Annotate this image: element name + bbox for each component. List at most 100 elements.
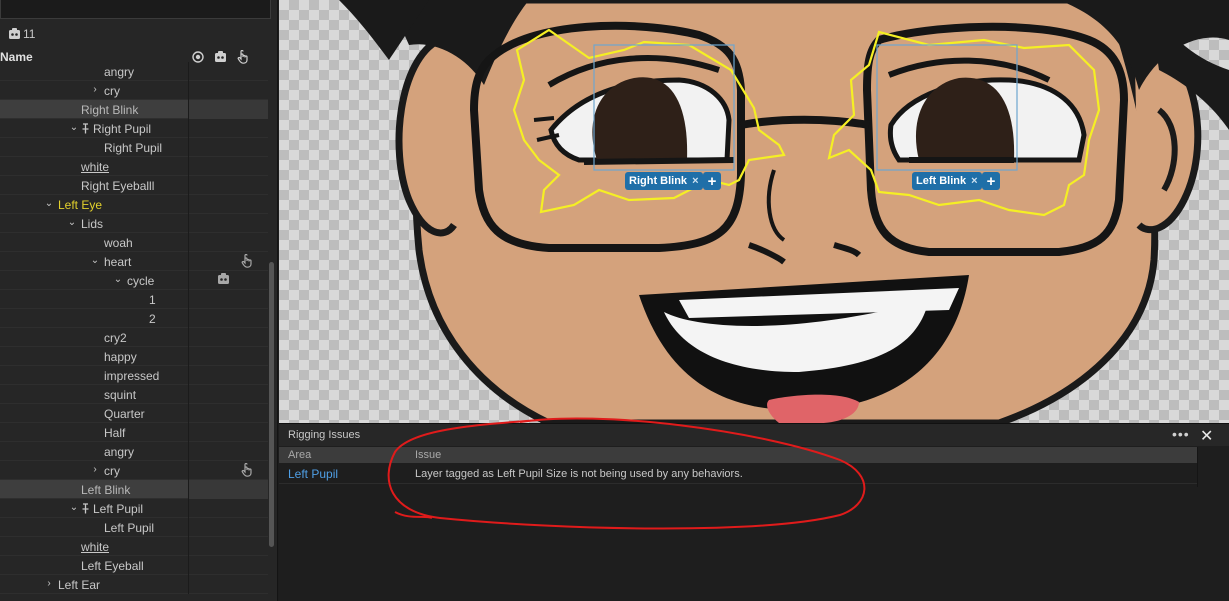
layer-name-cell[interactable]: ⌄ heart	[0, 252, 188, 271]
table-row[interactable]: Left Pupil	[0, 518, 268, 537]
table-row[interactable]: happy	[0, 347, 268, 366]
table-row[interactable]: ⌄ Lids	[0, 214, 268, 233]
table-row[interactable]: cry2	[0, 328, 268, 347]
layer-icons-cell[interactable]	[188, 366, 268, 385]
table-row[interactable]: ⌄ Left Pupil	[0, 499, 268, 518]
layer-icons-cell[interactable]	[188, 385, 268, 404]
layer-icons-cell[interactable]	[188, 62, 268, 81]
layer-icons-cell[interactable]	[188, 195, 268, 214]
layer-name-cell[interactable]: angry	[0, 442, 188, 461]
panel-menu-icon[interactable]: •••	[1172, 426, 1190, 442]
layer-name-cell[interactable]: Right Eyeballl	[0, 176, 188, 195]
layer-icons-cell[interactable]	[188, 347, 268, 366]
layer-name-cell[interactable]: impressed	[0, 366, 188, 385]
layer-icons-cell[interactable]	[188, 328, 268, 347]
collapse-chevron-icon[interactable]: ⌄	[69, 122, 79, 133]
layer-icons-cell[interactable]	[188, 404, 268, 423]
layer-icons-cell[interactable]	[188, 518, 268, 537]
remove-tag-icon[interactable]: ×	[692, 175, 698, 187]
table-row[interactable]: › cry	[0, 81, 268, 100]
layer-icons-cell[interactable]	[188, 233, 268, 252]
layer-name-cell[interactable]: cry2	[0, 328, 188, 347]
table-row[interactable]: woah	[0, 233, 268, 252]
collapse-chevron-icon[interactable]: ⌄	[67, 217, 77, 228]
table-row[interactable]: Left Eyeball	[0, 556, 268, 575]
layer-name-cell[interactable]: ⌄ Lids	[0, 214, 188, 233]
collapse-chevron-icon[interactable]: ⌄	[113, 274, 123, 285]
add-tag-button[interactable]: +	[982, 172, 1000, 190]
layer-icons-cell[interactable]	[188, 423, 268, 442]
issue-area-link[interactable]: Left Pupil	[288, 467, 338, 481]
layer-icons-cell[interactable]	[188, 176, 268, 195]
layer-name-cell[interactable]: 1	[0, 290, 188, 309]
puppet-column-icon[interactable]	[214, 50, 227, 63]
layer-name-cell[interactable]: ⌄ cycle	[0, 271, 188, 290]
scene-canvas[interactable]: Right Blink × + Left Blink × +	[279, 0, 1229, 423]
layer-name-cell[interactable]: ⌄ Left Pupil	[0, 499, 188, 518]
table-row[interactable]: ⌄ Left Eye	[0, 195, 268, 214]
left-blink-tag[interactable]: Left Blink ×	[912, 172, 982, 190]
layer-name-cell[interactable]: ⌄ Left Eye	[0, 195, 188, 214]
layer-name-cell[interactable]: Left Blink	[0, 480, 188, 499]
collapse-chevron-icon[interactable]: ⌄	[69, 502, 79, 513]
visibility-column-icon[interactable]	[192, 50, 204, 63]
layer-name-cell[interactable]: Quarter	[0, 404, 188, 423]
table-row[interactable]: white	[0, 157, 268, 176]
layer-name-cell[interactable]: angry	[0, 62, 188, 81]
layer-icons-cell[interactable]	[188, 271, 268, 290]
expand-chevron-icon[interactable]: ›	[44, 578, 54, 589]
add-tag-button[interactable]: +	[703, 172, 721, 190]
layer-name-cell[interactable]: 2	[0, 309, 188, 328]
cycle-layers-icon[interactable]	[217, 273, 230, 288]
layer-icons-cell[interactable]	[188, 119, 268, 138]
layer-icons-cell[interactable]	[188, 556, 268, 575]
layer-search-input[interactable]	[0, 0, 271, 19]
layer-name-cell[interactable]: Left Eyeball	[0, 556, 188, 575]
table-row[interactable]: Right Blink	[0, 100, 268, 119]
layer-icons-cell[interactable]	[188, 480, 268, 499]
expand-chevron-icon[interactable]: ›	[90, 464, 100, 475]
layer-icons-cell[interactable]	[188, 575, 268, 594]
layer-name-cell[interactable]: Left Pupil	[0, 518, 188, 537]
layer-name-cell[interactable]: happy	[0, 347, 188, 366]
layer-icons-cell[interactable]	[188, 157, 268, 176]
table-row[interactable]: white	[0, 537, 268, 556]
layer-name-cell[interactable]: Right Pupil	[0, 138, 188, 157]
collapse-chevron-icon[interactable]: ⌄	[90, 255, 100, 266]
table-row[interactable]: Left Pupil Layer tagged as Left Pupil Si…	[279, 464, 1197, 484]
close-panel-icon[interactable]: ✕	[1200, 426, 1213, 446]
table-row[interactable]: angry	[0, 62, 268, 81]
table-row[interactable]: › cry	[0, 461, 268, 480]
table-row[interactable]: ⌄ Right Pupil	[0, 119, 268, 138]
layer-icons-cell[interactable]	[188, 214, 268, 233]
layer-name-cell[interactable]: Right Blink	[0, 100, 188, 119]
table-row[interactable]: Left Blink	[0, 480, 268, 499]
remove-tag-icon[interactable]: ×	[971, 175, 977, 187]
table-row[interactable]: 2	[0, 309, 268, 328]
layer-name-cell[interactable]: Half	[0, 423, 188, 442]
trigger-hand-icon[interactable]	[241, 462, 253, 480]
layer-name-cell[interactable]: › Left Ear	[0, 575, 188, 594]
table-row[interactable]: angry	[0, 442, 268, 461]
table-row[interactable]: Right Eyeballl	[0, 176, 268, 195]
layer-name-cell[interactable]: white	[0, 157, 188, 176]
layer-name-cell[interactable]: › cry	[0, 461, 188, 480]
layer-name-cell[interactable]: ⌄ Right Pupil	[0, 119, 188, 138]
layer-icons-cell[interactable]	[188, 499, 268, 518]
table-row[interactable]: squint	[0, 385, 268, 404]
layer-icons-cell[interactable]	[188, 442, 268, 461]
right-blink-tag[interactable]: Right Blink ×	[625, 172, 703, 190]
table-row[interactable]: impressed	[0, 366, 268, 385]
issue-column-header[interactable]: Issue	[415, 449, 441, 461]
table-row[interactable]: Half	[0, 423, 268, 442]
table-row[interactable]: Right Pupil	[0, 138, 268, 157]
table-row[interactable]: ⌄ heart	[0, 252, 268, 271]
layer-icons-cell[interactable]	[188, 138, 268, 157]
area-column-header[interactable]: Area	[288, 449, 311, 461]
layer-icons-cell[interactable]	[188, 309, 268, 328]
layer-name-cell[interactable]: white	[0, 537, 188, 556]
layer-name-cell[interactable]: › cry	[0, 81, 188, 100]
collapse-chevron-icon[interactable]: ⌄	[44, 198, 54, 209]
layer-icons-cell[interactable]	[188, 290, 268, 309]
layer-icons-cell[interactable]	[188, 537, 268, 556]
